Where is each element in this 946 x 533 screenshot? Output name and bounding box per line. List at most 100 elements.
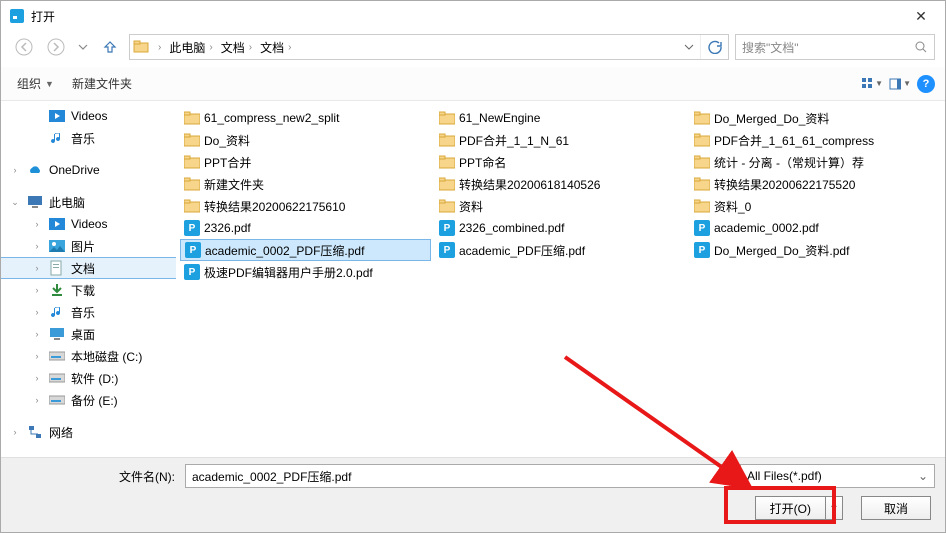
chevron-right-icon: › [158,42,161,53]
folder-icon [184,176,200,192]
new-folder-button[interactable]: 新建文件夹 [66,72,138,96]
chevron-right-icon: › [288,42,291,53]
file-list: 61_compress_new2_split 61_NewEngine Do_M… [176,101,945,457]
chevron-right-icon: › [209,42,212,53]
folder-icon [694,198,710,214]
folder-item[interactable]: PDF合并_1_1_N_61 [435,129,686,151]
address-dropdown[interactable] [678,42,700,52]
file-item[interactable]: P2326.pdf [180,217,431,239]
forward-button[interactable] [43,34,69,60]
open-button[interactable]: 打开(O) ▼ [755,496,843,520]
back-button[interactable] [11,34,37,60]
tree-item-onedrive[interactable]: ›OneDrive [1,159,176,181]
folder-item[interactable]: PDF合并_1_61_61_compress [690,129,941,151]
pdf-icon: P [694,220,710,236]
folder-icon [694,132,710,148]
folder-icon [184,154,200,170]
tree-item-child-videos[interactable]: ›Videos [1,213,176,235]
view-mode-button[interactable]: ▼ [861,73,883,95]
tree-item-child-music[interactable]: ›音乐 [1,301,176,323]
breadcrumb-part-label: 文档 [221,39,245,56]
search-icon [914,40,928,54]
folder-item[interactable]: 新建文件夹 [180,173,431,195]
folder-item[interactable]: 61_NewEngine [435,107,686,129]
tree-item-music[interactable]: 音乐 [1,127,176,149]
tree-item-label: Videos [71,109,107,123]
folder-icon [694,110,710,126]
recent-dropdown[interactable] [75,34,91,60]
filename-input[interactable]: academic_0002_PDF压缩.pdf ⌄ [185,464,730,488]
file-label: 转换结果20200622175520 [714,176,855,193]
disk-icon [49,348,65,364]
computer-icon [27,194,43,210]
folder-icon [184,132,200,148]
file-label: 61_compress_new2_split [204,111,339,125]
folder-item[interactable]: 资料 [435,195,686,217]
refresh-button[interactable] [700,35,728,59]
tree-item-child-desktop[interactable]: ›桌面 [1,323,176,345]
breadcrumb-part[interactable]: 文档› [258,35,297,59]
tree-item-videos[interactable]: Videos [1,105,176,127]
file-label: PPT合并 [204,154,251,171]
folder-item[interactable]: 统计 - 分离 -（常规计算）荐 [690,151,941,173]
organize-button[interactable]: 组织▼ [11,72,60,96]
breadcrumb-part[interactable]: 此电脑 › [167,35,218,59]
file-item[interactable]: P2326_combined.pdf [435,217,686,239]
open-dropdown[interactable]: ▼ [826,503,842,513]
breadcrumb-part-label: 此电脑 [169,39,205,56]
tree-item-label: 桌面 [71,326,95,343]
tree-item-label: 下载 [71,282,95,299]
file-label: PDF合并_1_1_N_61 [459,132,569,149]
close-button[interactable]: ✕ [901,2,941,30]
file-item[interactable]: P极速PDF编辑器用户手册2.0.pdf [180,261,431,283]
folder-item[interactable]: 资料_0 [690,195,941,217]
up-button[interactable] [97,34,123,60]
preview-pane-button[interactable]: ▼ [889,73,911,95]
folder-item[interactable]: 转换结果20200622175520 [690,173,941,195]
file-item[interactable]: Pacademic_0002.pdf [690,217,941,239]
folder-item[interactable]: PPT合并 [180,151,431,173]
folder-item[interactable]: Do_资料 [180,129,431,151]
file-label: academic_0002.pdf [714,221,819,235]
tree-item-child-disk-d[interactable]: ›软件 (D:) [1,367,176,389]
tree-item-thispc[interactable]: ⌄此电脑 [1,191,176,213]
music-icon [49,304,65,320]
titlebar: 打开 ✕ [1,1,945,31]
folder-item[interactable]: 61_compress_new2_split [180,107,431,129]
tree-item-child-disk-e[interactable]: ›备份 (E:) [1,389,176,411]
window-title: 打开 [31,8,55,25]
caret-down-icon: ▼ [875,79,883,88]
file-label: 61_NewEngine [459,111,540,125]
tree-item-network[interactable]: ›网络 [1,421,176,443]
cancel-button[interactable]: 取消 [861,496,931,520]
folder-icon [694,176,710,192]
chevron-right-icon: › [249,42,252,53]
tree-item-label: OneDrive [49,163,100,177]
folder-item[interactable]: Do_Merged_Do_资料 [690,107,941,129]
filename-label: 文件名(N): [11,468,181,485]
breadcrumb-part[interactable]: 文档 › [219,35,258,59]
file-item[interactable]: Pacademic_PDF压缩.pdf [435,239,686,261]
search-input[interactable]: 搜索"文档" [735,34,935,60]
tree-item-child-downloads[interactable]: ›下载 [1,279,176,301]
file-item[interactable]: Pacademic_0002_PDF压缩.pdf [180,239,431,261]
filetype-filter[interactable]: All Files(*.pdf) ⌄ [740,464,935,488]
tree-item-child-documents[interactable]: ›文档 [1,257,176,279]
file-item[interactable]: PDo_Merged_Do_资料.pdf [690,239,941,261]
folder-item[interactable]: 转换结果20200622175610 [180,195,431,217]
file-label: 新建文件夹 [204,176,264,193]
folder-item[interactable]: PPT命名 [435,151,686,173]
file-label: 资料 [459,198,483,215]
tree-item-child-pictures[interactable]: ›图片 [1,235,176,257]
open-label: 打开(O) [756,497,826,519]
tree-item-label: 图片 [71,238,95,255]
help-button[interactable]: ? [917,75,935,93]
breadcrumb-box[interactable]: › 此电脑› 文档› 文档› [129,34,729,60]
tree-item-label: 网络 [49,424,73,441]
folder-item[interactable]: 转换结果20200618140526 [435,173,686,195]
collapse-arrow-icon: ⌄ [9,197,21,208]
tree-item-child-disk-c[interactable]: ›本地磁盘 (C:) [1,345,176,367]
folder-icon [184,198,200,214]
file-label: 极速PDF编辑器用户手册2.0.pdf [204,264,373,281]
nav-tree: Videos 音乐 ›OneDrive ⌄此电脑 ›Videos ›图片 ›文档… [1,101,176,457]
